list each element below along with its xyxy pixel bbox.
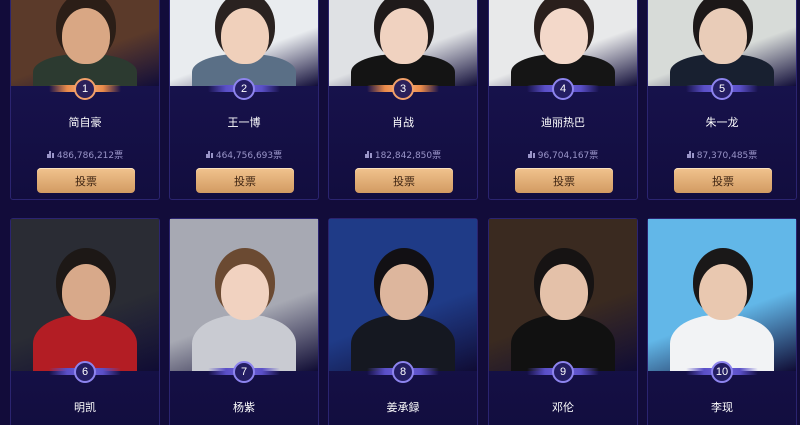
idol-photo[interactable] (170, 0, 318, 86)
vote-count-text: 464,756,693票 (215, 151, 283, 161)
rank-badge: 1 (11, 76, 159, 102)
rank-badge: 5 (648, 76, 796, 102)
idol-card-10[interactable]: 10 李现 (647, 218, 797, 425)
idol-name: 简自豪 (68, 116, 102, 129)
rank-number: 2 (233, 78, 255, 100)
bar-chart-icon (527, 151, 535, 158)
rank-badge: 2 (170, 76, 318, 102)
idol-name: 杨紫 (233, 401, 255, 414)
idol-name: 李现 (711, 401, 733, 414)
idol-card-2[interactable]: 2 王一博 464,756,693票投票 (169, 0, 319, 200)
bar-chart-icon (686, 151, 694, 158)
vote-button[interactable]: 投票 (196, 168, 294, 193)
idol-name: 邓伦 (552, 401, 574, 414)
rank-badge: 3 (329, 76, 477, 102)
vote-count-text: 87,370,485票 (696, 151, 758, 161)
vote-count: 464,756,693票 (170, 148, 318, 161)
vote-count-text: 96,704,167票 (537, 151, 599, 161)
rank-badge: 7 (170, 359, 318, 385)
rank-badge: 4 (489, 76, 637, 102)
idol-card-1[interactable]: 1 简自豪 486,786,212票投票 (10, 0, 160, 200)
vote-button[interactable]: 投票 (674, 168, 772, 193)
rank-badge: 10 (648, 359, 796, 385)
rank-number: 6 (74, 361, 96, 383)
idol-card-9[interactable]: 9 邓伦 (488, 218, 638, 425)
idol-photo[interactable] (489, 219, 637, 371)
idol-card-5[interactable]: 5 朱一龙 87,370,485票投票 (647, 0, 797, 200)
bar-chart-icon (364, 151, 372, 158)
idol-photo[interactable] (11, 0, 159, 86)
vote-button[interactable]: 投票 (355, 168, 453, 193)
idol-name: 姜承録 (386, 401, 420, 414)
rank-number: 1 (74, 78, 96, 100)
idol-card-3[interactable]: 3 肖战 182,842,850票投票 (328, 0, 478, 200)
idol-card-4[interactable]: 4 迪丽热巴 96,704,167票投票 (488, 0, 638, 200)
rank-number: 3 (392, 78, 414, 100)
rank-number: 5 (711, 78, 733, 100)
idol-photo[interactable] (170, 219, 318, 371)
rank-number: 4 (552, 78, 574, 100)
idol-name: 王一博 (227, 116, 261, 129)
idol-photo[interactable] (489, 0, 637, 86)
vote-button[interactable]: 投票 (515, 168, 613, 193)
rank-badge: 8 (329, 359, 477, 385)
idol-name: 明凯 (74, 401, 96, 414)
idol-photo[interactable] (648, 219, 796, 371)
vote-count: 96,704,167票 (489, 148, 637, 161)
bar-chart-icon (205, 151, 213, 158)
idol-card-7[interactable]: 7 杨紫 (169, 218, 319, 425)
vote-button[interactable]: 投票 (37, 168, 135, 193)
rank-number: 9 (552, 361, 574, 383)
bar-chart-icon (46, 151, 54, 158)
idol-photo[interactable] (329, 219, 477, 371)
idol-name: 肖战 (392, 116, 414, 129)
rank-badge: 9 (489, 359, 637, 385)
idol-card-8[interactable]: 8 姜承録 (328, 218, 478, 425)
vote-count: 87,370,485票 (648, 148, 796, 161)
vote-count: 182,842,850票 (329, 148, 477, 161)
idol-photo[interactable] (648, 0, 796, 86)
vote-count-text: 486,786,212票 (56, 151, 124, 161)
rank-badge: 6 (11, 359, 159, 385)
idol-name: 迪丽热巴 (541, 116, 585, 129)
idol-photo[interactable] (329, 0, 477, 86)
rank-number: 8 (392, 361, 414, 383)
vote-count-text: 182,842,850票 (374, 151, 442, 161)
idol-name: 朱一龙 (705, 116, 739, 129)
idol-photo[interactable] (11, 219, 159, 371)
vote-count: 486,786,212票 (11, 148, 159, 161)
idol-card-6[interactable]: 6 明凯 (10, 218, 160, 425)
rank-number: 10 (711, 361, 733, 383)
rank-number: 7 (233, 361, 255, 383)
